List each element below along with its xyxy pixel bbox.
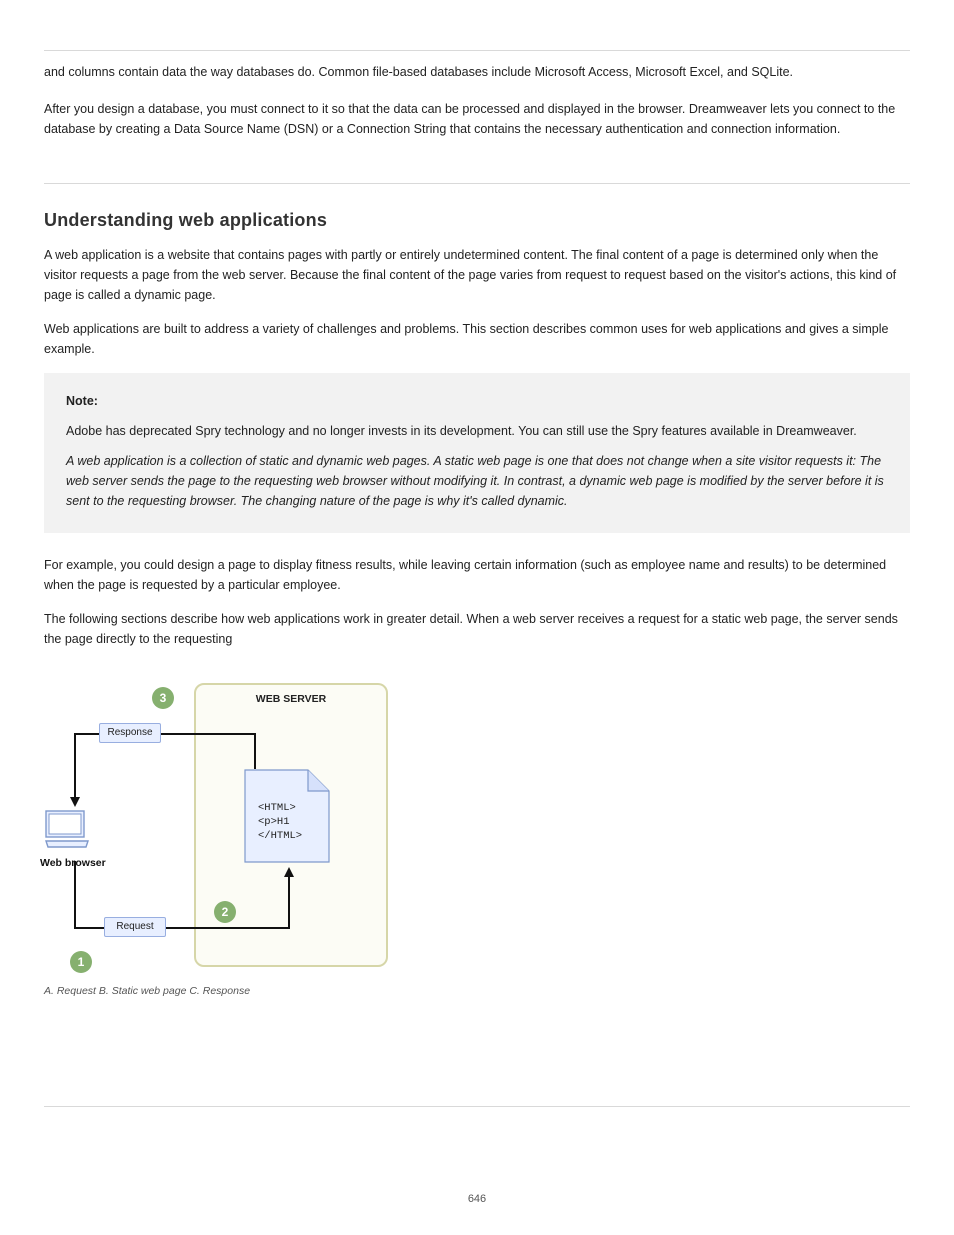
note-box: Note: Adobe has deprecated Spry technolo… bbox=[44, 373, 910, 533]
intro-paragraph: After you design a database, you must co… bbox=[44, 100, 910, 139]
web-server-label: WEB SERVER bbox=[196, 693, 386, 705]
response-pill: Response bbox=[99, 723, 161, 743]
web-browser-label: Web browser bbox=[40, 857, 106, 869]
monitor-icon bbox=[44, 809, 92, 853]
request-pill: Request bbox=[104, 917, 166, 937]
file-line-2: <p>H1 bbox=[258, 816, 290, 828]
request-response-diagram: WEB SERVER <HTML> <p>H1 </HTML> Web brow… bbox=[44, 673, 404, 973]
request-line-v1 bbox=[74, 861, 76, 927]
body-paragraph-4: The following sections describe how web … bbox=[44, 609, 910, 649]
document-page: and columns contain data the way databas… bbox=[0, 0, 954, 1235]
file-code-text: <HTML> <p>H1 </HTML> bbox=[258, 801, 302, 844]
bottom-rule bbox=[44, 1106, 910, 1107]
body-paragraph-2: Web applications are built to address a … bbox=[44, 319, 910, 359]
lead-paragraph: and columns contain data the way databas… bbox=[44, 63, 910, 82]
response-arrowhead-icon bbox=[70, 797, 80, 807]
step-badge-2: 2 bbox=[214, 901, 236, 923]
step-badge-3: 3 bbox=[152, 687, 174, 709]
response-line-v2 bbox=[254, 733, 256, 769]
file-line-3: </HTML> bbox=[258, 830, 302, 842]
request-arrowhead-icon bbox=[284, 867, 294, 877]
section-heading: Understanding web applications bbox=[44, 210, 910, 231]
body-paragraph-1: A web application is a website that cont… bbox=[44, 245, 910, 305]
top-text-block: and columns contain data the way databas… bbox=[44, 51, 910, 183]
diagram-container: WEB SERVER <HTML> <p>H1 </HTML> Web brow… bbox=[44, 673, 910, 973]
page-number: 646 bbox=[0, 1193, 954, 1205]
note-paragraph-2: A web application is a collection of sta… bbox=[66, 451, 888, 511]
request-line-v2 bbox=[288, 875, 290, 929]
figure-caption: A. Request B. Static web page C. Respons… bbox=[44, 985, 910, 997]
file-line-1: <HTML> bbox=[258, 802, 296, 814]
note-paragraph-1: Adobe has deprecated Spry technology and… bbox=[66, 421, 888, 441]
step-badge-1: 1 bbox=[70, 951, 92, 973]
note-heading: Note: bbox=[66, 391, 888, 411]
response-line-v bbox=[74, 733, 76, 799]
body-paragraph-3: For example, you could design a page to … bbox=[44, 555, 910, 595]
section-rule bbox=[44, 183, 910, 184]
